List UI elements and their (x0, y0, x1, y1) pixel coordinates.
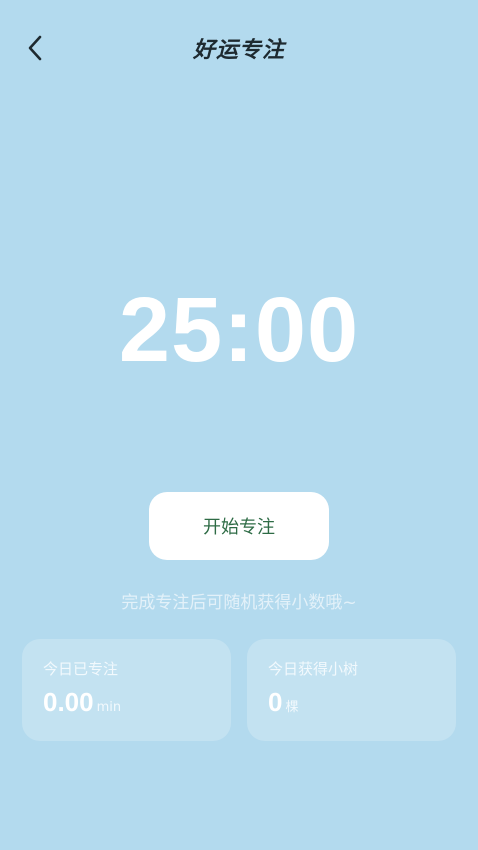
trees-today-label: 今日获得小树 (268, 660, 359, 678)
focused-today-card: 今日已专注 0.00 min (22, 639, 231, 741)
trees-today-card: 今日获得小树 0 棵 (247, 639, 456, 741)
focused-today-value-group: 0.00 min (43, 687, 121, 718)
trees-today-value-group: 0 棵 (268, 687, 298, 718)
page-title: 好运专注 (192, 38, 285, 63)
trees-today-unit: 棵 (285, 700, 299, 715)
trees-today-value: 0 (268, 687, 283, 717)
countdown-timer: 25:00 (118, 279, 360, 381)
header: 好运专注 (0, 0, 478, 96)
focused-today-unit: min (96, 700, 122, 715)
hint-text: 完成专注后可随机获得小数哦~ (121, 593, 357, 613)
start-focus-button[interactable]: 开始专注 (149, 492, 329, 560)
focused-today-label: 今日已专注 (43, 660, 119, 678)
focused-today-value: 0.00 (43, 687, 94, 717)
